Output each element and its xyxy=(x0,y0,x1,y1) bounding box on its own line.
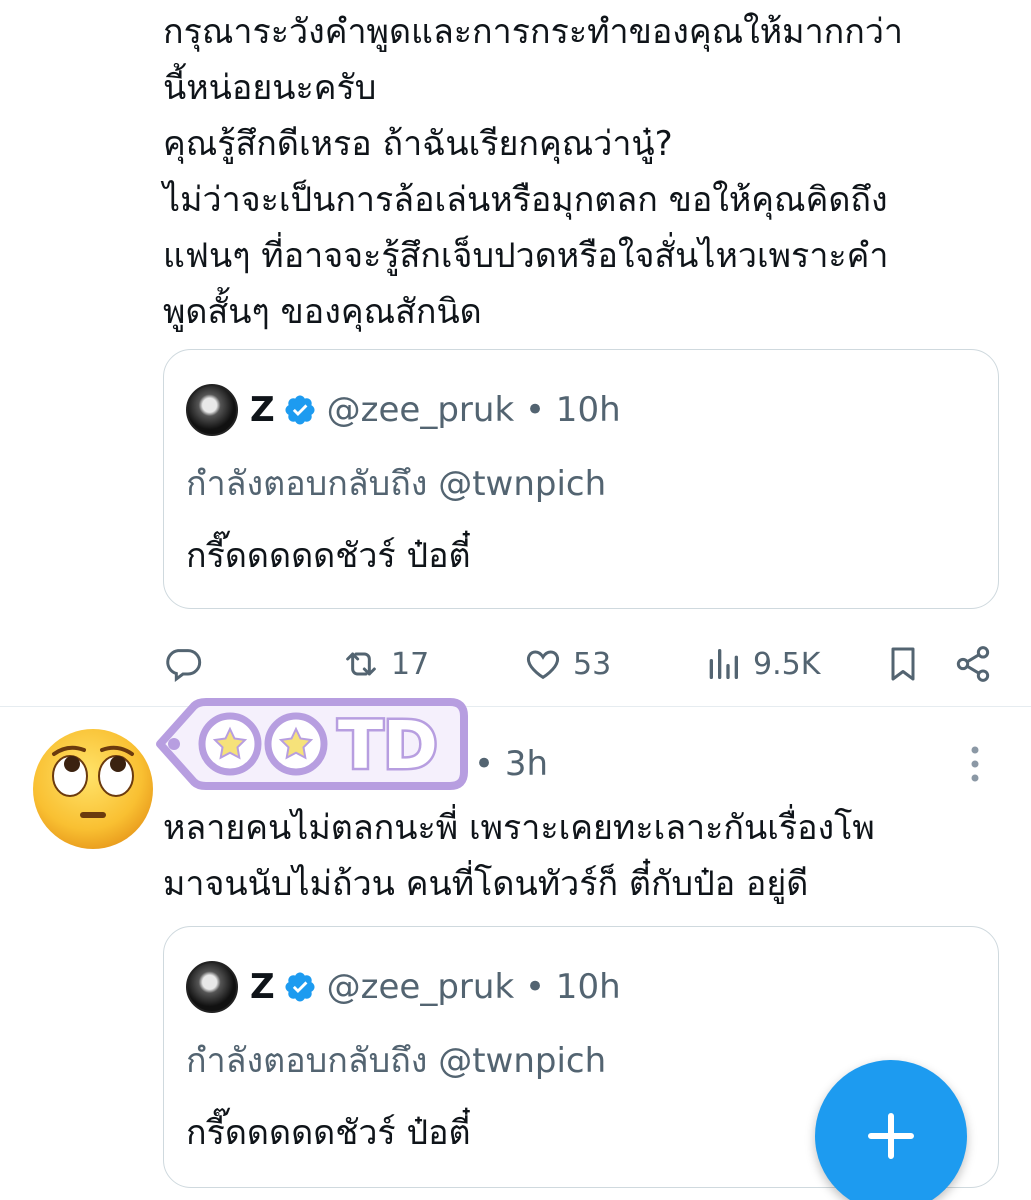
verified-icon xyxy=(285,395,315,425)
avatar[interactable] xyxy=(186,384,238,436)
bookmark-icon xyxy=(891,647,915,681)
more-icon[interactable] xyxy=(962,744,988,784)
quoted-tweet-header: Z @zee_pruk • 10h xyxy=(186,384,621,436)
quoted-author-handle-time[interactable]: @zee_pruk • 10h xyxy=(327,967,621,1007)
compose-button[interactable] xyxy=(815,1060,967,1200)
quoted-author-name[interactable]: Z xyxy=(250,390,275,430)
views-count: 9.5K xyxy=(753,646,821,682)
share-icon xyxy=(956,646,990,682)
eye-roll-emoji[interactable] xyxy=(30,726,156,852)
tweet-text: กรุณาระวังคำพูดและการกระทำของคุณให้มากกว… xyxy=(163,12,904,332)
bookmark-button[interactable] xyxy=(883,640,923,688)
quoted-tweet-text: กรี๊ดดดดดชัวร์ ป๋อตี๋ xyxy=(186,1113,471,1153)
quoted-tweet-text: กรี๊ดดดดดชัวร์ ป๋อตี๋ xyxy=(186,536,471,576)
quoted-author-handle-time[interactable]: @zee_pruk • 10h xyxy=(327,390,621,430)
retweet-button[interactable]: 17 xyxy=(341,640,429,688)
tweet-timestamp[interactable]: • 3h xyxy=(474,744,548,784)
reply-icon xyxy=(166,649,202,682)
views-icon xyxy=(709,649,738,679)
like-count: 53 xyxy=(573,646,612,682)
like-icon xyxy=(526,650,560,680)
replying-to-label[interactable]: กำลังตอบกลับถึง @twnpich xyxy=(186,1033,606,1087)
reply-button[interactable] xyxy=(163,640,203,688)
views-button[interactable]: 9.5K xyxy=(703,640,820,688)
tweet-action-bar: 17 53 9.5K xyxy=(163,640,999,688)
avatar[interactable] xyxy=(186,961,238,1013)
quoted-author-name[interactable]: Z xyxy=(250,967,275,1007)
like-button[interactable]: 53 xyxy=(523,640,611,688)
sticker-text: TD xyxy=(338,707,438,784)
compose-plus-icon xyxy=(868,1113,914,1159)
quoted-tweet-card[interactable]: Z @zee_pruk • 10h กำลังตอบกลับถึง @twnpi… xyxy=(163,349,999,609)
quoted-tweet-header: Z @zee_pruk • 10h xyxy=(186,961,621,1013)
retweet-icon xyxy=(346,652,376,676)
td-sticker: TD xyxy=(156,698,468,790)
replying-to-label[interactable]: กำลังตอบกลับถึง @twnpich xyxy=(186,456,606,510)
verified-icon xyxy=(285,972,315,1002)
share-button[interactable] xyxy=(953,640,993,688)
tweet-text: หลายคนไม่ตลกนะพี่ เพราะเคยทะเลาะกันเรื่อ… xyxy=(163,808,875,904)
retweet-count: 17 xyxy=(391,646,430,682)
